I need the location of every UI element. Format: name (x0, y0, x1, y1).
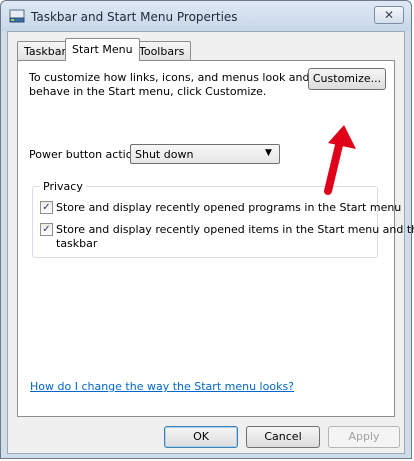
properties-window: Taskbar and Start Menu Properties ✕ Task… (0, 0, 414, 459)
tab-start-menu[interactable]: Start Menu (65, 38, 140, 61)
close-button[interactable]: ✕ (374, 6, 404, 24)
tab-label: Start Menu (72, 43, 133, 56)
power-button-label: Power button action: (29, 148, 144, 161)
dropdown-arrow-icon: ▼ (265, 148, 272, 158)
store-programs-label[interactable]: Store and display recently opened progra… (56, 201, 401, 214)
description-line-1: To customize how links, icons, and menus… (29, 71, 310, 84)
checkmark-icon: ✓ (42, 224, 51, 235)
privacy-group-title: Privacy (40, 180, 86, 193)
annotation-arrow-icon (324, 125, 356, 195)
tab-toolbars[interactable]: Toolbars (132, 41, 192, 60)
apply-button: Apply (328, 426, 400, 448)
description-line-2: behave in the Start menu, click Customiz… (29, 85, 267, 98)
store-items-label-line-2[interactable]: taskbar (56, 237, 97, 250)
power-button-value: Shut down (135, 148, 194, 161)
window-title: Taskbar and Start Menu Properties (31, 10, 238, 24)
close-icon: ✕ (383, 8, 395, 22)
customize-button[interactable]: Customize... (308, 68, 386, 90)
checkmark-icon: ✓ (42, 202, 51, 213)
title-bar[interactable]: Taskbar and Start Menu Properties ✕ (1, 1, 411, 31)
store-items-checkbox[interactable]: ✓ (40, 223, 53, 236)
dialog-body: Taskbar Start Menu Toolbars To customize… (7, 31, 414, 454)
tab-label: Toolbars (139, 45, 185, 58)
tab-label: Taskbar (24, 45, 66, 58)
power-button-select[interactable]: Shut down ▼ (130, 144, 280, 164)
cancel-button[interactable]: Cancel (246, 426, 320, 448)
store-items-label-line-1[interactable]: Store and display recently opened items … (56, 223, 414, 236)
help-link[interactable]: How do I change the way the Start menu l… (30, 380, 294, 393)
store-programs-checkbox[interactable]: ✓ (40, 201, 53, 214)
taskbar-properties-icon (9, 9, 25, 23)
start-menu-panel: To customize how links, icons, and menus… (17, 60, 414, 417)
ok-button[interactable]: OK (164, 426, 238, 448)
